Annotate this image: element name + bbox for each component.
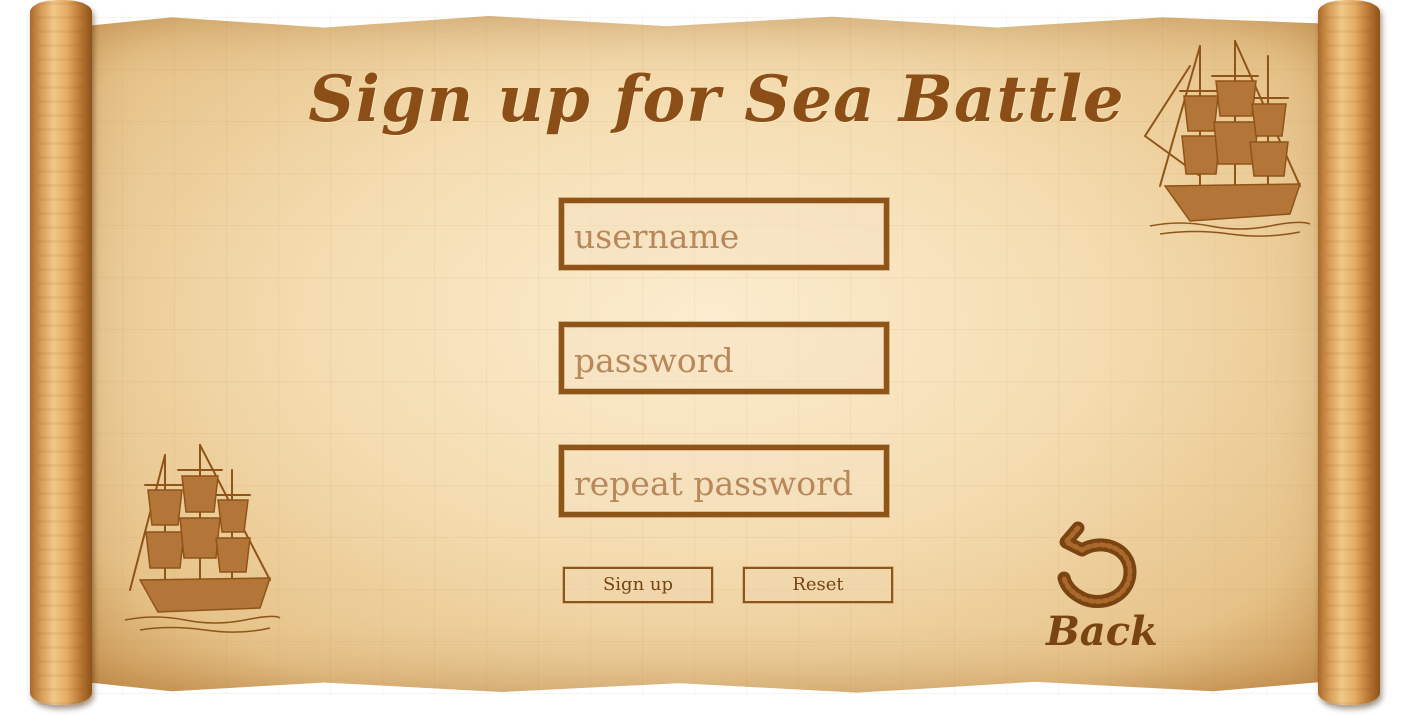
username-field[interactable] bbox=[559, 198, 889, 270]
password-input[interactable] bbox=[564, 327, 884, 389]
back-arrow-icon bbox=[1057, 521, 1137, 609]
signup-screen: Sign up for Sea Battle username Sign up … bbox=[0, 0, 1413, 715]
password-field[interactable] bbox=[559, 322, 889, 394]
repeat-password-input[interactable] bbox=[564, 450, 884, 512]
sign-up-button[interactable]: Sign up bbox=[563, 567, 713, 603]
sailing-ship-icon bbox=[1144, 40, 1311, 237]
reset-button[interactable]: Reset bbox=[743, 567, 893, 603]
sailing-ship-icon bbox=[124, 444, 281, 633]
back-label: Back bbox=[1046, 608, 1158, 655]
back-button[interactable]: Back bbox=[1040, 520, 1158, 660]
username-input[interactable] bbox=[564, 203, 884, 265]
repeat-password-field[interactable] bbox=[559, 445, 889, 517]
